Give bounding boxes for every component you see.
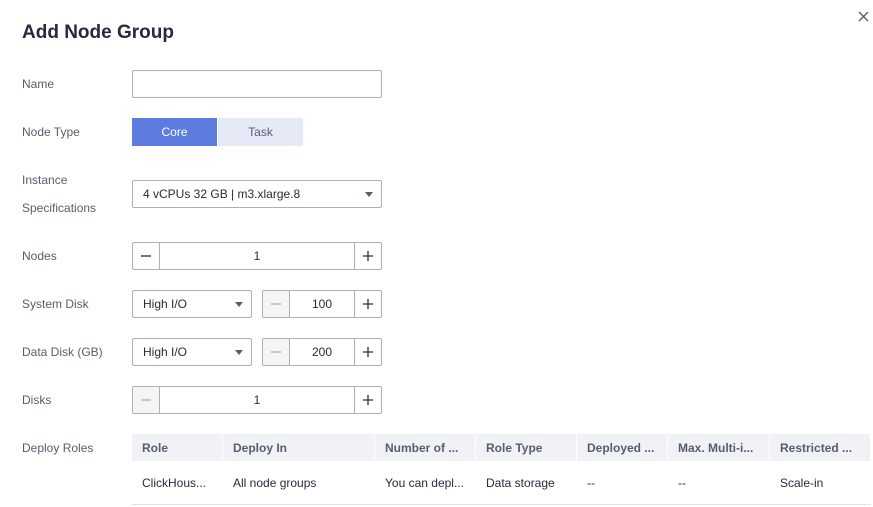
dialog-title: Add Node Group [22, 22, 174, 43]
column-header-role-type[interactable]: Role Type [476, 434, 577, 461]
system-disk-type-value: High I/O [143, 297, 188, 311]
node-type-core-button[interactable]: Core [132, 118, 217, 146]
chevron-down-icon [235, 302, 243, 307]
name-label: Name [22, 77, 55, 91]
minus-icon [271, 303, 281, 305]
disks-increment-button[interactable] [354, 387, 381, 413]
disks-label: Disks [22, 393, 52, 407]
disks-stepper: 1 [132, 386, 382, 414]
system-disk-size-value[interactable]: 100 [290, 291, 354, 317]
plus-icon [363, 251, 373, 261]
column-header-deploy-in[interactable]: Deploy In [223, 434, 375, 461]
instance-label-line2: Specifications [22, 201, 97, 215]
nodes-increment-button[interactable] [354, 243, 381, 269]
table-cell-role: ClickHous... [142, 475, 207, 490]
table-cell-deploy-in: All node groups [233, 475, 317, 490]
system-disk-decrement-button[interactable] [263, 291, 290, 317]
system-disk-label: System Disk [22, 297, 89, 311]
disks-value[interactable]: 1 [160, 387, 354, 413]
chevron-down-icon [235, 350, 243, 355]
instance-spec-select[interactable]: 4 vCPUs 32 GB | m3.xlarge.8 [132, 180, 382, 208]
data-disk-size-stepper: 200 [262, 338, 382, 366]
nodes-value[interactable]: 1 [160, 243, 354, 269]
column-header-max-multi-instance[interactable]: Max. Multi-i... [668, 434, 770, 461]
table-cell-deployed: -- [587, 475, 595, 490]
table-header: Role Deploy In Number of ... Role Type D… [132, 434, 871, 461]
minus-icon [141, 255, 151, 257]
minus-icon [141, 399, 151, 401]
name-input[interactable] [132, 70, 382, 98]
deploy-roles-table: Role Deploy In Number of ... Role Type D… [132, 434, 871, 505]
data-disk-label: Data Disk (GB) [22, 345, 103, 359]
column-header-restricted[interactable]: Restricted ... [770, 434, 871, 461]
data-disk-size-value[interactable]: 200 [290, 339, 354, 365]
minus-icon [271, 351, 281, 353]
deploy-roles-label: Deploy Roles [22, 441, 94, 455]
table-cell-number-of: You can depl... [385, 475, 464, 490]
chevron-down-icon [365, 192, 373, 197]
data-disk-type-value: High I/O [143, 345, 188, 359]
nodes-label: Nodes [22, 249, 57, 263]
disks-decrement-button[interactable] [133, 387, 160, 413]
close-icon[interactable] [855, 8, 873, 26]
plus-icon [363, 395, 373, 405]
system-disk-type-select[interactable]: High I/O [132, 290, 252, 318]
data-disk-type-select[interactable]: High I/O [132, 338, 252, 366]
data-disk-decrement-button[interactable] [263, 339, 290, 365]
instance-label-line1: Instance [22, 173, 68, 187]
table-cell-max-multi-instance: -- [678, 475, 686, 490]
nodes-stepper: 1 [132, 242, 382, 270]
system-disk-increment-button[interactable] [354, 291, 381, 317]
instance-spec-value: 4 vCPUs 32 GB | m3.xlarge.8 [143, 187, 301, 201]
column-header-number-of[interactable]: Number of ... [375, 434, 476, 461]
table-cell-restricted: Scale-in [780, 475, 824, 490]
nodes-decrement-button[interactable] [133, 243, 160, 269]
column-header-deployed[interactable]: Deployed ... [577, 434, 668, 461]
plus-icon [363, 299, 373, 309]
table-row: ClickHous... All node groups You can dep… [132, 461, 871, 505]
table-cell-role-type: Data storage [486, 475, 555, 490]
node-type-label: Node Type [22, 125, 80, 139]
node-type-task-button[interactable]: Task [218, 118, 303, 146]
column-header-role[interactable]: Role [132, 434, 223, 461]
plus-icon [363, 347, 373, 357]
system-disk-size-stepper: 100 [262, 290, 382, 318]
data-disk-increment-button[interactable] [354, 339, 381, 365]
